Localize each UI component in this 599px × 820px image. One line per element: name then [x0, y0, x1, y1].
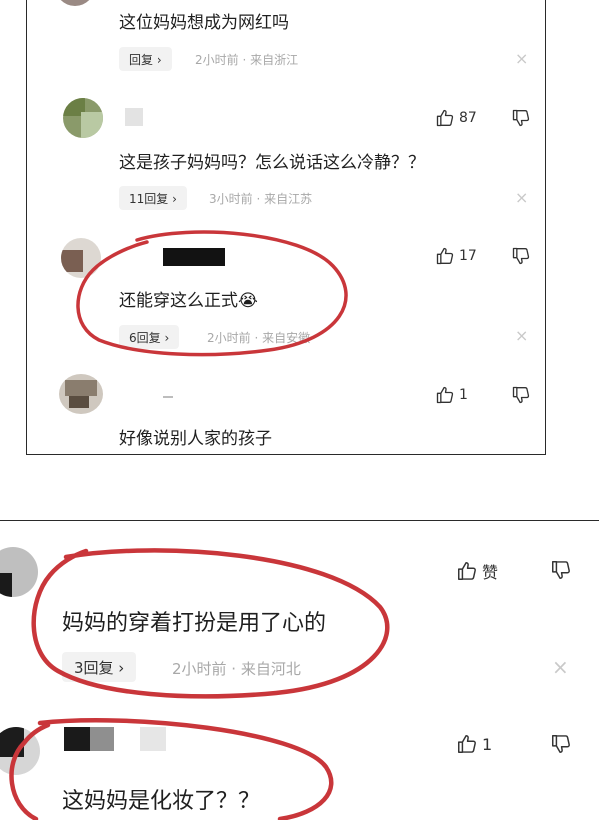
avatar[interactable] — [59, 374, 103, 414]
like-button[interactable]: 17 — [435, 246, 477, 266]
thumbs-up-icon — [436, 386, 454, 404]
avatar[interactable] — [55, 0, 95, 6]
comment-text: 好像说别人家的孩子 — [119, 429, 272, 449]
crying-emoji-icon: 😭 — [238, 291, 258, 311]
thumbs-down-icon[interactable] — [550, 559, 572, 581]
username-mask — [140, 727, 166, 751]
close-icon[interactable]: × — [515, 49, 528, 68]
like-button[interactable]: 87 — [435, 108, 477, 128]
like-count: 87 — [459, 110, 477, 126]
username-mask — [163, 396, 173, 398]
avatar[interactable] — [61, 238, 101, 278]
thumbs-up-icon — [436, 109, 454, 127]
username-mask — [125, 108, 143, 126]
comment-text: 妈妈的穿着打扮是用了心的 — [62, 611, 327, 636]
reply-button[interactable]: 回复 › — [119, 47, 172, 71]
username-mask — [163, 248, 225, 266]
bottom-screenshot-panel: 赞 妈妈的穿着打扮是用了心的 3回复 › 2小时前 · 来自河北 × 1 这妈妈… — [0, 520, 599, 820]
avatar[interactable] — [0, 547, 38, 597]
username-mask — [64, 727, 90, 751]
reply-button[interactable]: 6回复 › — [119, 325, 180, 349]
avatar[interactable] — [63, 98, 103, 138]
comment-text: 还能穿这么正式😭 — [119, 286, 258, 311]
comment-text: 这是孩子妈妈吗？怎么说话这么冷静？？ — [119, 153, 425, 173]
thumbs-up-icon — [436, 247, 454, 265]
thumbs-down-icon[interactable] — [550, 733, 572, 755]
comment-meta: 2小时前 · 来自河北 — [172, 660, 301, 678]
comment-text: 这妈妈是化妆了？？ — [62, 789, 261, 814]
comment-meta: 2小时前 · 来自浙江 — [195, 53, 299, 67]
comment-text-content: 还能穿这么正式 — [119, 291, 238, 311]
top-screenshot-panel: 这位妈妈想成为网红吗 回复 › 2小时前 · 来自浙江 × 87 这是孩子妈妈吗… — [26, 0, 546, 455]
like-button[interactable]: 1 — [435, 385, 468, 405]
like-count: 1 — [459, 387, 468, 403]
like-count: 1 — [482, 734, 493, 754]
reply-button[interactable]: 3回复 › — [62, 652, 137, 682]
thumbs-down-icon[interactable] — [511, 108, 531, 128]
comment-meta: 3小时前 · 来自江苏 — [209, 192, 313, 206]
thumbs-up-icon — [458, 562, 476, 580]
reply-button[interactable]: 11回复 › — [119, 186, 187, 210]
like-button[interactable]: 1 — [456, 733, 492, 755]
close-icon[interactable]: × — [552, 655, 569, 679]
like-button[interactable]: 赞 — [456, 559, 498, 583]
like-count: 17 — [459, 248, 477, 264]
comment-meta: 2小时前 · 来自安徽 — [207, 331, 311, 345]
close-icon[interactable]: × — [515, 326, 528, 345]
thumbs-down-icon[interactable] — [511, 385, 531, 405]
thumbs-up-icon — [458, 735, 476, 753]
thumbs-down-icon[interactable] — [511, 246, 531, 266]
username-mask — [90, 727, 114, 751]
comment-text: 这位妈妈想成为网红吗 — [119, 13, 289, 33]
like-count: 赞 — [482, 563, 499, 582]
close-icon[interactable]: × — [515, 188, 528, 207]
avatar[interactable] — [0, 727, 40, 775]
